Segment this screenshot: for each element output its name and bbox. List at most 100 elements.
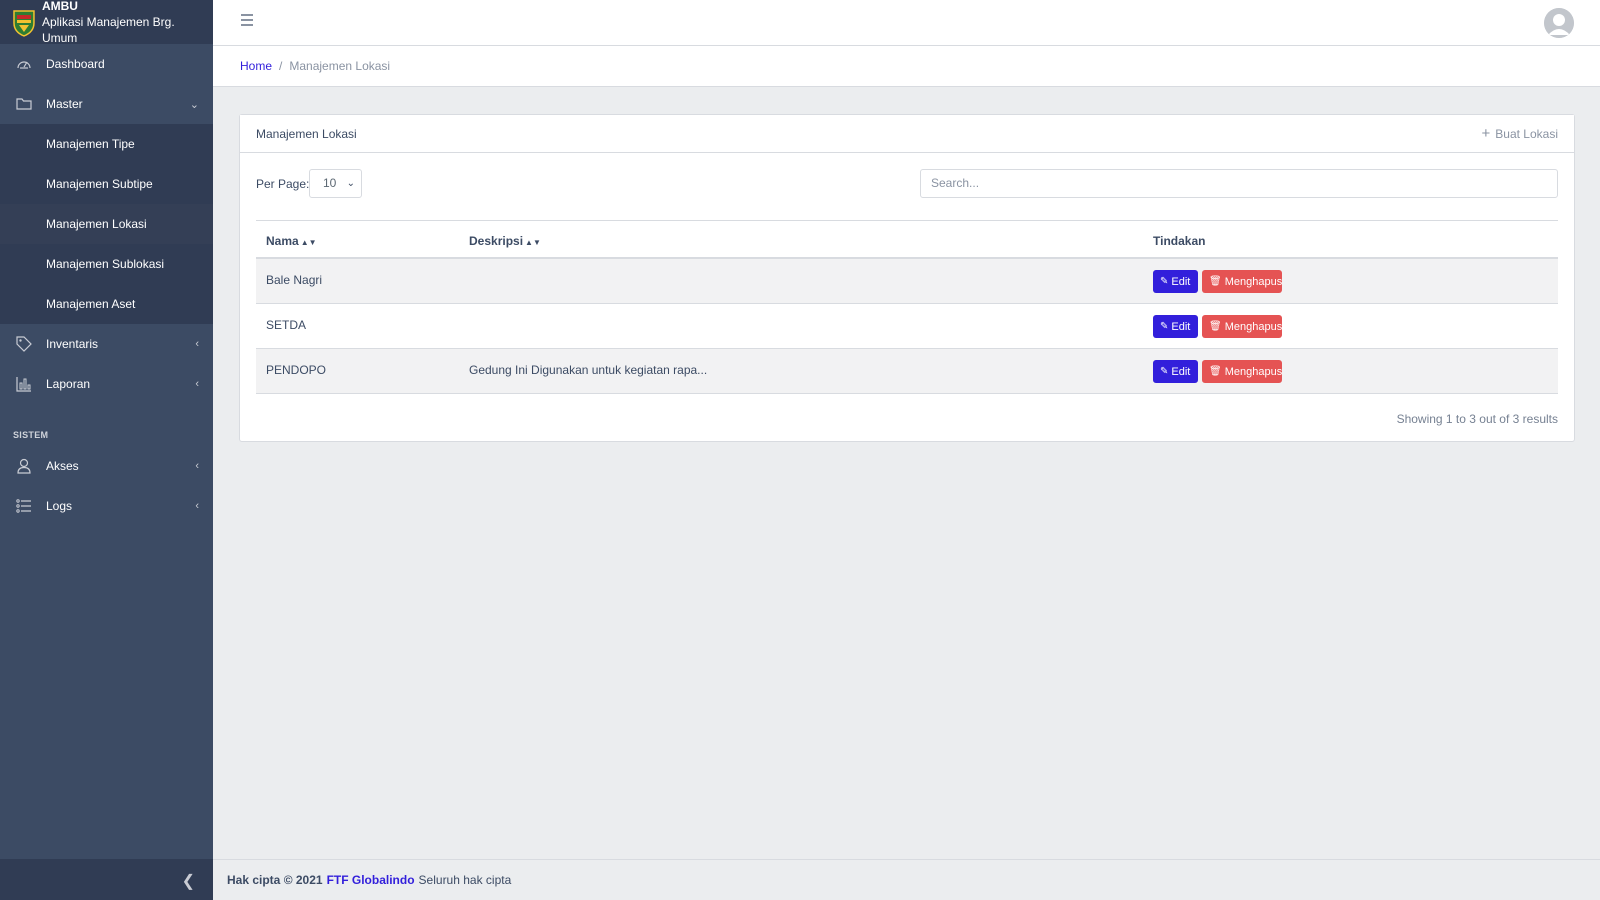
edit-label: Edit: [1171, 365, 1191, 378]
cell-nama: SETDA: [266, 318, 307, 332]
sidebar-item-label: Master: [46, 97, 83, 111]
master-submenu: Manajemen Tipe Manajemen Subtipe Manajem…: [0, 124, 213, 324]
breadcrumb: Home / Manajemen Lokasi: [213, 46, 1600, 87]
delete-button[interactable]: 🗑 Menghapus: [1202, 270, 1282, 293]
sidebar: AMBU Aplikasi Manajemen Brg. Umum Dashbo…: [0, 0, 213, 900]
column-header-label: Nama: [266, 234, 299, 248]
chevron-left-icon: ‹: [195, 460, 199, 472]
user-icon: [17, 458, 31, 474]
header: [213, 0, 1600, 46]
sidebar-item-label: Manajemen Aset: [46, 297, 136, 311]
breadcrumb-current: Manajemen Lokasi: [289, 59, 391, 73]
hamburger-menu-icon[interactable]: [241, 14, 253, 28]
sidebar-item-laporan[interactable]: Laporan ‹: [0, 364, 213, 404]
footer-rights: Seluruh hak cipta: [418, 873, 512, 887]
chevron-left-icon: ‹: [195, 378, 199, 390]
footer-copyright: Hak cipta © 2021: [227, 873, 323, 887]
brand[interactable]: AMBU Aplikasi Manajemen Brg. Umum: [0, 0, 213, 45]
brand-subtitle: Aplikasi Manajemen Brg. Umum: [41, 15, 175, 45]
brand-title: AMBU: [41, 0, 78, 13]
create-location-button[interactable]: + Buat Lokasi: [1481, 124, 1558, 142]
locations-card: Manajemen Lokasi + Buat Lokasi Per Page:…: [239, 114, 1575, 442]
sidebar-item-label: Dashboard: [46, 57, 105, 71]
chevron-left-icon: ❮: [181, 873, 195, 890]
chevron-left-icon: ‹: [195, 338, 199, 350]
edit-button[interactable]: ✎ Edit: [1153, 270, 1198, 293]
sidebar-item-master[interactable]: Master ⌄: [0, 84, 213, 124]
sidebar-item-manajemen-aset[interactable]: Manajemen Aset: [0, 284, 213, 324]
sidebar-item-logs[interactable]: Logs ‹: [0, 486, 213, 526]
cell-nama: Bale Nagri: [266, 273, 323, 287]
pencil-icon: ✎: [1160, 321, 1169, 332]
breadcrumb-separator: /: [279, 59, 283, 73]
bar-chart-icon: [16, 377, 31, 392]
speedometer-icon: [17, 61, 31, 69]
edit-label: Edit: [1171, 275, 1191, 288]
footer-company-link[interactable]: FTF Globalindo: [327, 873, 415, 887]
logo-icon: [13, 10, 35, 37]
sort-icon: ▲▼: [300, 238, 317, 247]
sidebar-item-dashboard[interactable]: Dashboard: [0, 44, 213, 84]
trash-icon: 🗑: [1209, 276, 1222, 287]
delete-label: Menghapus: [1224, 320, 1283, 333]
sidebar-item-label: Manajemen Sublokasi: [46, 257, 165, 271]
sort-icon: ▲▼: [525, 238, 541, 247]
sidebar-item-manajemen-tipe[interactable]: Manajemen Tipe: [0, 124, 213, 164]
cell-nama: PENDOPO: [266, 363, 327, 377]
card-header: Manajemen Lokasi + Buat Lokasi: [240, 115, 1574, 153]
cell-deskripsi: Gedung Ini Digunakan untuk kegiatan rapa…: [469, 363, 708, 377]
locations-table: Nama ▲▼ Deskripsi ▲▼ Tindakan Bale Nagri ✎…: [256, 220, 1558, 394]
sidebar-item-label: Manajemen Tipe: [46, 137, 135, 151]
sidebar-item-akses[interactable]: Akses ‹: [0, 446, 213, 486]
edit-button[interactable]: ✎ Edit: [1153, 360, 1198, 383]
chevron-down-icon: ⌄: [189, 98, 199, 111]
table-toolbar: Per Page: 10 ⌄ Search...: [256, 169, 1558, 199]
plus-icon: +: [1481, 124, 1491, 142]
create-location-label: Buat Lokasi: [1495, 126, 1558, 141]
sidebar-item-label: Inventaris: [46, 337, 99, 351]
sidebar-item-label: Laporan: [46, 377, 91, 391]
edit-button[interactable]: ✎ Edit: [1153, 315, 1198, 338]
user-avatar-icon: [1544, 8, 1574, 38]
pencil-icon: ✎: [1160, 276, 1169, 287]
tag-icon: [16, 336, 32, 352]
table-row: PENDOPO Gedung Ini Digunakan untuk kegia…: [256, 349, 1558, 394]
pagination-results-text: Showing 1 to 3 out of 3 results: [1396, 412, 1558, 426]
column-header-tindakan: Tindakan: [1153, 234, 1206, 248]
sidebar-item-label: Logs: [46, 499, 73, 513]
trash-icon: 🗑: [1209, 321, 1222, 332]
sidebar-item-label: Manajemen Subtipe: [46, 177, 153, 191]
sidebar-item-manajemen-subtipe[interactable]: Manajemen Subtipe: [0, 164, 213, 204]
footer: Hak cipta © 2021 FTF Globalindo Seluruh …: [213, 859, 1600, 900]
delete-button[interactable]: 🗑 Menghapus: [1202, 315, 1282, 338]
pencil-icon: ✎: [1160, 366, 1169, 377]
delete-button[interactable]: 🗑 Menghapus: [1202, 360, 1282, 383]
per-page-label: Per Page:: [256, 177, 310, 191]
card-title: Manajemen Lokasi: [256, 126, 357, 141]
sidebar-item-inventaris[interactable]: Inventaris ‹: [0, 324, 213, 364]
sidebar-item-label: Akses: [46, 459, 79, 473]
table-row: SETDA ✎ Edit 🗑 Menghapus: [256, 304, 1558, 349]
sidebar-item-label: Manajemen Lokasi: [46, 217, 147, 231]
column-header-label: Deskripsi: [469, 234, 524, 248]
search-input[interactable]: Search...: [920, 169, 1558, 198]
chevron-left-icon: ‹: [195, 500, 199, 512]
column-header-nama[interactable]: Nama ▲▼: [266, 234, 317, 248]
avatar[interactable]: [1544, 8, 1574, 38]
sidebar-item-manajemen-sublokasi[interactable]: Manajemen Sublokasi: [0, 244, 213, 284]
chevron-down-icon: ⌄: [346, 178, 355, 189]
folder-icon: [16, 98, 32, 110]
list-icon: [16, 499, 31, 513]
per-page-value: 10: [323, 176, 337, 190]
per-page-select[interactable]: 10 ⌄: [309, 169, 362, 198]
table-row: Bale Nagri ✎ Edit 🗑 Menghapus: [256, 259, 1558, 304]
sidebar-item-manajemen-lokasi[interactable]: Manajemen Lokasi: [0, 204, 213, 244]
sidebar-section-title: SISTEM: [13, 430, 49, 440]
column-header-deskripsi[interactable]: Deskripsi ▲▼: [469, 234, 541, 248]
breadcrumb-home-link[interactable]: Home: [240, 59, 272, 73]
edit-label: Edit: [1171, 320, 1191, 333]
sidebar-minimize-button[interactable]: ❮: [0, 859, 213, 900]
delete-label: Menghapus: [1224, 365, 1283, 378]
table-header: Nama ▲▼ Deskripsi ▲▼ Tindakan: [256, 220, 1558, 259]
delete-label: Menghapus: [1224, 275, 1283, 288]
